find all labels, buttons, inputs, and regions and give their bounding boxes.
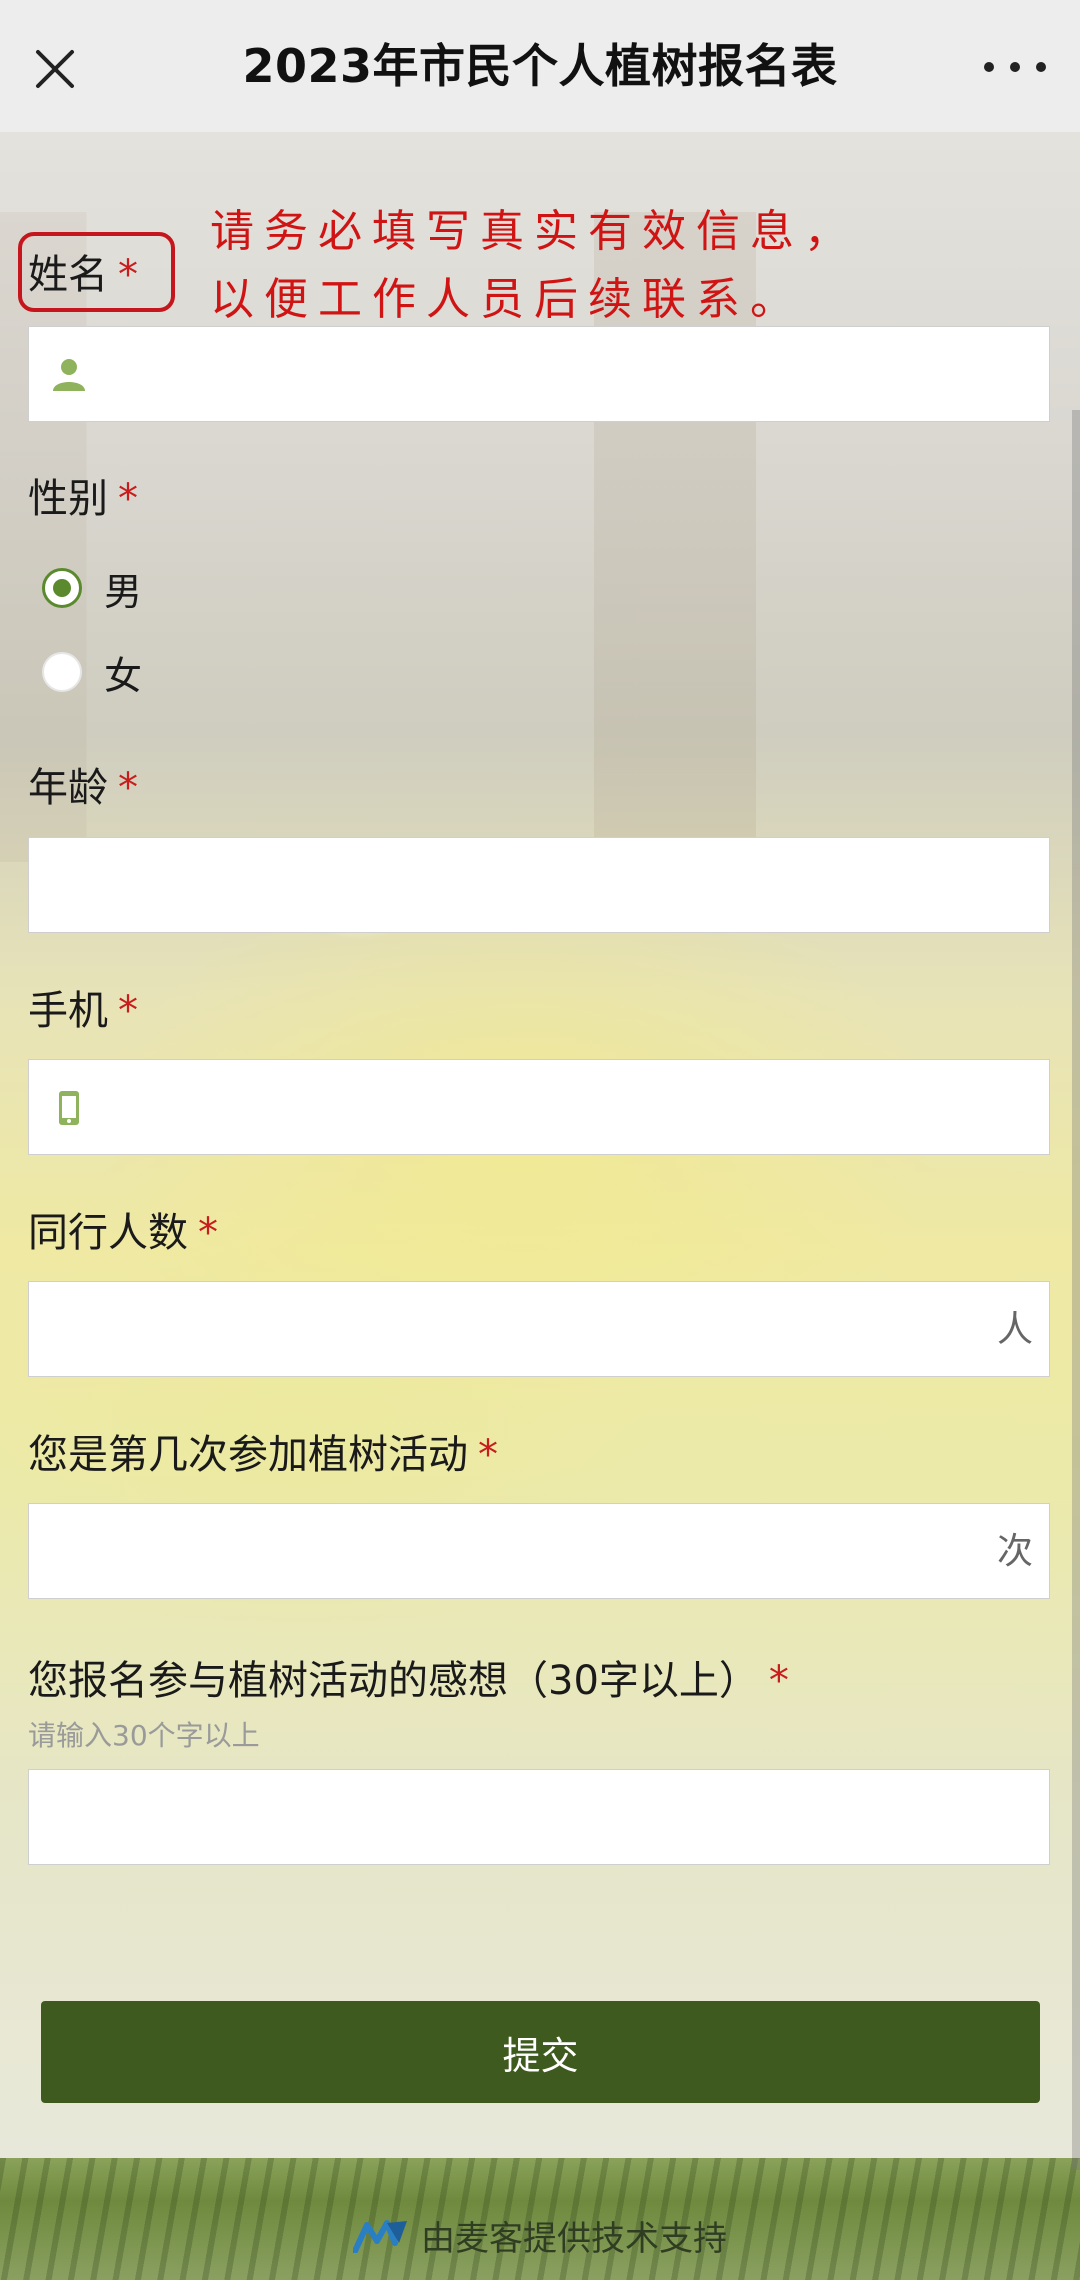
required-mark: * <box>118 252 138 298</box>
times-label: 您是第几次参加植树活动 * <box>28 1432 498 1478</box>
required-mark: * <box>768 1658 789 1704</box>
required-mark: * <box>118 988 138 1034</box>
more-icon[interactable] <box>980 56 1050 78</box>
top-bar: 2023年市民个人植树报名表 <box>0 0 1080 132</box>
age-label: 年龄 * <box>28 765 138 811</box>
red-annotation: 请务必填写真实有效信息， 以便工作人员后续联系。 <box>210 198 1050 334</box>
mikecrm-logo-icon <box>353 2220 407 2253</box>
age-input[interactable] <box>28 837 1050 933</box>
thoughts-label: 您报名参与植树活动的感想（30字以上） * <box>28 1658 789 1704</box>
phone-icon <box>59 1091 79 1125</box>
close-icon[interactable] <box>30 44 80 94</box>
thoughts-input[interactable] <box>28 1769 1050 1865</box>
unit-suffix: 人 <box>996 1309 1033 1350</box>
unit-suffix: 次 <box>996 1531 1033 1572</box>
gender-option-male[interactable]: 男 <box>42 563 142 614</box>
thoughts-hint: 请输入30个字以上 <box>28 1719 260 1752</box>
required-mark: * <box>198 1210 218 1256</box>
submit-button[interactable]: 提交 <box>41 2001 1040 2103</box>
annotation-line-2: 以便工作人员后续联系。 <box>210 274 804 325</box>
phone-input[interactable] <box>28 1059 1050 1155</box>
gender-option-female[interactable]: 女 <box>42 647 142 698</box>
name-label: 姓名 * <box>28 252 138 298</box>
phone-label: 手机 * <box>28 988 138 1034</box>
page-title: 2023年市民个人植树报名表 <box>242 39 838 93</box>
name-input[interactable] <box>28 326 1050 422</box>
companions-input[interactable]: 人 <box>28 1281 1050 1377</box>
person-icon <box>53 359 85 391</box>
scrollbar[interactable] <box>1072 410 1080 2170</box>
gender-label: 性别 * <box>28 476 138 522</box>
times-input[interactable]: 次 <box>28 1503 1050 1599</box>
footer-text: 由麦客提供技术支持 <box>421 2218 727 2259</box>
required-mark: * <box>118 765 138 811</box>
radio-selected[interactable] <box>42 568 82 608</box>
footer: 由麦客提供技术支持 <box>0 2200 1080 2270</box>
radio-unselected[interactable] <box>42 652 82 692</box>
companions-label: 同行人数 * <box>28 1210 218 1256</box>
required-mark: * <box>118 476 138 522</box>
annotation-line-1: 请务必填写真实有效信息， <box>210 206 858 257</box>
required-mark: * <box>478 1432 498 1478</box>
